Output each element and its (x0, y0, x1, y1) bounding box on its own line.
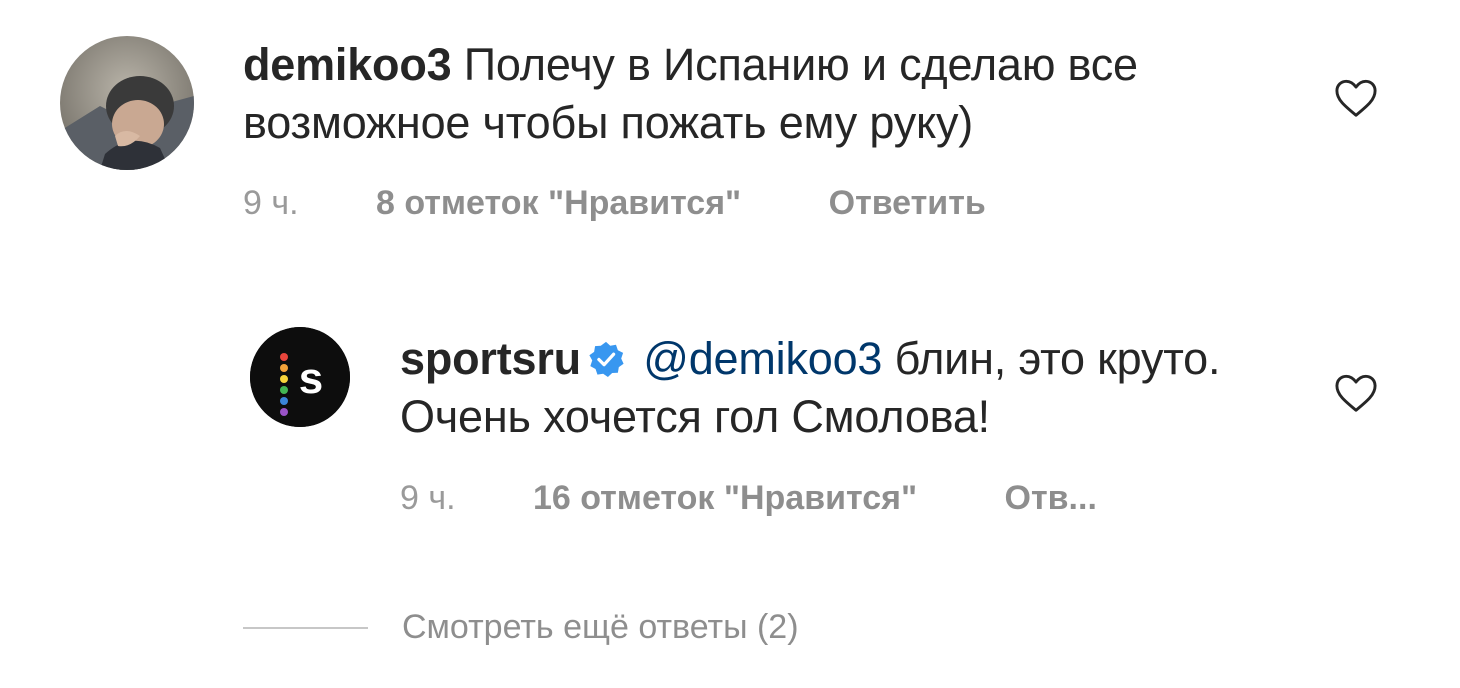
comment-2-mention[interactable]: @demikoo3 (643, 333, 882, 384)
comment-2-body: sportsru @demikoo3 блин, это круто. Очен… (400, 330, 1300, 446)
comment-2-likes[interactable]: 16 отметок "Нравится" (533, 479, 917, 517)
verified-badge-icon (589, 341, 624, 378)
sportsru-logo-icon: s (250, 327, 350, 427)
comment-1-time: 9 ч. (243, 184, 299, 222)
comment-2-reply-button[interactable]: Отв... (1005, 479, 1097, 517)
comment-2-time: 9 ч. (400, 479, 456, 517)
comment-2-meta: 9 ч. 16 отметок "Нравится" Отв... (400, 479, 1097, 518)
comment-1-meta: 9 ч. 8 отметок "Нравится" Ответить (243, 184, 986, 223)
comment-1-body: demikoo3 Полечу в Испанию и сделаю все в… (243, 36, 1303, 152)
comment-2-username[interactable]: sportsru (400, 333, 581, 384)
view-more-replies-button[interactable]: Смотреть ещё ответы (2) (402, 608, 799, 647)
comment-1-username[interactable]: demikoo3 (243, 39, 452, 90)
svg-text:s: s (299, 354, 323, 403)
avatar-sportsru[interactable]: s (250, 327, 350, 427)
heart-outline-icon[interactable] (1334, 373, 1378, 413)
comment-1-reply-button[interactable]: Ответить (829, 184, 986, 222)
avatar-demikoo3[interactable] (60, 36, 194, 170)
comment-1-likes[interactable]: 8 отметок "Нравится" (376, 184, 741, 222)
avatar-photo (60, 36, 194, 170)
heart-outline-icon[interactable] (1334, 78, 1378, 118)
more-replies-divider (243, 627, 368, 629)
